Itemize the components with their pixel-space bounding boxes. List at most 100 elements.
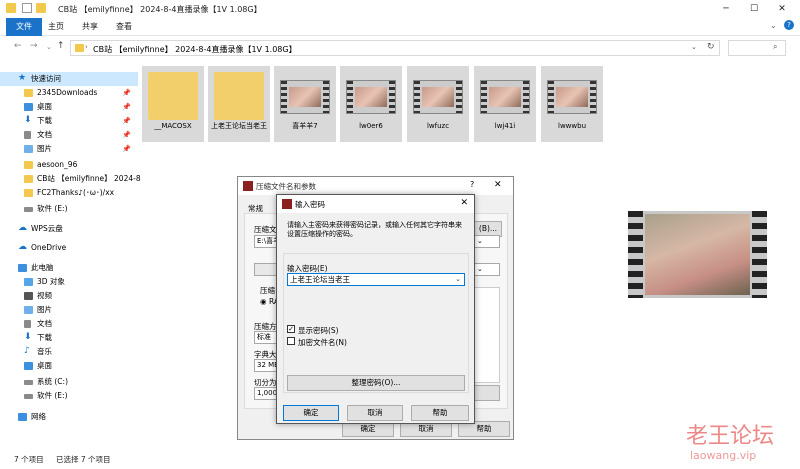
tab-home[interactable]: 主页 xyxy=(38,18,74,36)
chevron-down-icon[interactable]: ⌄ xyxy=(691,43,697,51)
nav-item-aesoon[interactable]: aesoon_96 xyxy=(0,158,138,172)
nav-pc-drive-e[interactable]: 软件 (E:) xyxy=(0,389,138,403)
close-icon[interactable]: ✕ xyxy=(460,198,468,208)
drag-preview-thumbnail xyxy=(628,211,767,298)
3d-objects-icon xyxy=(24,278,33,286)
cancel-button[interactable]: 取消 xyxy=(347,405,403,421)
nav-item-drive-e[interactable]: 软件 (E:) xyxy=(0,202,138,216)
recent-dropdown-icon[interactable]: ⌄ xyxy=(46,43,52,51)
options-panel xyxy=(474,287,500,383)
folder-icon xyxy=(214,72,264,120)
file-item-video-5[interactable]: lwwwbu xyxy=(541,66,603,142)
video-thumbnail xyxy=(346,80,396,114)
set-password-button[interactable] xyxy=(474,385,500,401)
address-bar[interactable]: › CB站 【emilyfinne】 2024-8-4直播录像【1V 1.08G… xyxy=(70,40,720,56)
nav-item-downloads[interactable]: ⬇ 下载 📌 xyxy=(0,114,138,128)
desktop-icon xyxy=(24,362,33,370)
compression-method-select[interactable]: 标准 xyxy=(254,331,278,344)
nav-pc-3d[interactable]: 3D 对象 xyxy=(0,275,138,289)
network-icon xyxy=(18,413,27,421)
download-icon: ⬇ xyxy=(24,332,32,342)
close-button[interactable]: ✕ xyxy=(768,0,796,18)
ribbon-tabs: 文件 主页 共享 查看 ⌄ ? xyxy=(0,18,800,36)
nav-network[interactable]: 网络 xyxy=(0,410,138,424)
profile-dropdown[interactable]: ⌄ xyxy=(474,263,500,276)
music-icon: ♪ xyxy=(24,346,30,356)
file-item-video-3[interactable]: lwfuzc xyxy=(407,66,469,142)
winrar-icon xyxy=(243,181,253,191)
close-icon[interactable]: ✕ xyxy=(494,180,502,190)
new-folder-icon[interactable] xyxy=(36,3,46,13)
folder-icon xyxy=(6,3,16,13)
nav-pc-music[interactable]: ♪ 音乐 xyxy=(0,345,138,359)
star-icon: ★ xyxy=(18,73,27,83)
pictures-icon xyxy=(24,145,33,153)
cloud-icon: ☁ xyxy=(18,223,27,233)
nav-onedrive[interactable]: ☁ OneDrive xyxy=(0,241,138,255)
file-item-laowang-folder[interactable]: 上老王论坛当老王 xyxy=(208,66,270,142)
folder-icon xyxy=(24,161,33,169)
document-icon xyxy=(24,320,31,328)
pin-icon: 📌 xyxy=(122,117,131,125)
password-dialog-titlebar: 输入密码 ✕ xyxy=(277,195,474,213)
nav-item-cb-folder[interactable]: CB站 【emilyfinne】 2024-8 xyxy=(0,172,141,186)
title-bar: CB站 【emilyfinne】 2024-8-4直播录像【1V 1.08G】 … xyxy=(0,0,800,18)
item-count: 7 个项目 xyxy=(14,455,44,464)
nav-pc-documents[interactable]: 文档 xyxy=(0,317,138,331)
search-input[interactable]: ⌕ xyxy=(728,40,786,56)
search-icon: ⌕ xyxy=(773,42,778,51)
file-item-video-4[interactable]: lwj41i xyxy=(474,66,536,142)
password-input[interactable]: 上老王论坛当老王 ⌄ xyxy=(287,273,465,286)
video-thumbnail xyxy=(280,80,330,114)
help-button[interactable]: 帮助 xyxy=(411,405,469,421)
chevron-down-icon[interactable]: ⌄ xyxy=(455,274,461,285)
nav-item-fc2[interactable]: FC2Thanks♪(･ω･)/xx xyxy=(0,186,138,200)
drive-icon xyxy=(24,394,33,399)
help-icon[interactable]: ? xyxy=(470,180,474,189)
tab-file[interactable]: 文件 xyxy=(6,18,42,36)
nav-pc-pictures[interactable]: 图片 xyxy=(0,303,138,317)
nav-wps-cloud[interactable]: ☁ WPS云盘 xyxy=(0,222,138,236)
encrypt-filenames-checkbox[interactable]: 加密文件名(N) xyxy=(287,337,457,347)
minimize-button[interactable]: ─ xyxy=(712,0,740,18)
organize-passwords-button[interactable]: 整理密码(O)... xyxy=(287,375,465,391)
nav-quick-access[interactable]: ★ 快速访问 xyxy=(0,72,138,86)
archive-filename-field[interactable]: E:\喜羊 xyxy=(254,235,278,248)
file-item-video-2[interactable]: lw0er6 xyxy=(340,66,402,142)
forward-icon[interactable]: → xyxy=(30,41,38,51)
refresh-icon[interactable]: ↻ xyxy=(707,42,715,52)
tab-view[interactable]: 查看 xyxy=(106,18,142,36)
dictionary-size-select[interactable]: 32 MB xyxy=(254,359,278,372)
password-dialog: 输入密码 ✕ 请输入主密码来获得密码记录，或输入任何其它字符串来设置压缩操作的密… xyxy=(276,194,475,424)
ok-button[interactable]: 确定 xyxy=(283,405,339,421)
properties-icon[interactable] xyxy=(22,3,32,13)
up-icon[interactable]: ↑ xyxy=(57,41,65,51)
nav-item-desktop[interactable]: 桌面 📌 xyxy=(0,100,138,114)
nav-pc-drive-c[interactable]: 系统 (C:) xyxy=(0,375,138,389)
nav-pc-downloads[interactable]: ⬇ 下载 xyxy=(0,331,138,345)
nav-item-pictures[interactable]: 图片 📌 xyxy=(0,142,138,156)
split-volume-field[interactable]: 1,000 xyxy=(254,387,278,400)
watermark-logo: 老王论坛 laowang.vip xyxy=(686,424,775,462)
drive-icon xyxy=(24,207,33,212)
nav-this-pc[interactable]: 此电脑 xyxy=(0,261,138,275)
expand-ribbon-icon[interactable]: ⌄ xyxy=(770,21,777,30)
profile-select[interactable] xyxy=(254,263,278,276)
nav-pc-desktop[interactable]: 桌面 xyxy=(0,359,138,373)
maximize-button[interactable]: ☐ xyxy=(740,0,768,18)
tab-share[interactable]: 共享 xyxy=(72,18,108,36)
document-icon xyxy=(24,131,31,139)
folder-icon xyxy=(75,44,84,52)
computer-icon xyxy=(18,264,27,272)
help-icon[interactable]: ? xyxy=(784,20,794,30)
videos-icon xyxy=(24,292,33,300)
update-mode-select[interactable]: ⌄ xyxy=(474,235,500,248)
nav-item-documents[interactable]: 文档 📌 xyxy=(0,128,138,142)
file-item-macosx[interactable]: __MACOSX xyxy=(142,66,204,142)
show-password-checkbox[interactable]: ✓ 显示密码(S) xyxy=(287,325,457,335)
pin-icon: 📌 xyxy=(122,89,131,97)
back-icon[interactable]: ← xyxy=(14,41,22,51)
nav-pc-videos[interactable]: 视频 xyxy=(0,289,138,303)
file-item-video-1[interactable]: 喜羊羊7 xyxy=(274,66,336,142)
nav-item-2345downloads[interactable]: 2345Downloads 📌 xyxy=(0,86,138,100)
